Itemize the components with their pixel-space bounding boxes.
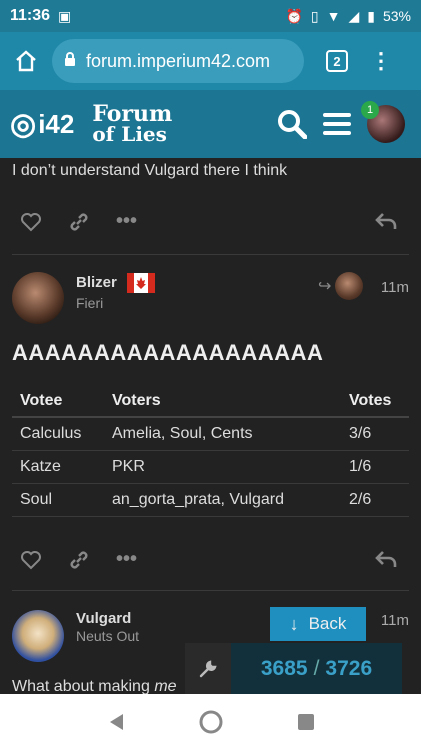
current-user-avatar[interactable]: 1 (361, 101, 405, 143)
forum-of-lies-logo[interactable]: Forum of Lies (92, 103, 172, 144)
browser-menu-icon[interactable]: ⋮ (370, 48, 392, 74)
reply-icon[interactable] (375, 550, 397, 568)
avatar[interactable] (12, 610, 64, 662)
votee-cell: Katze (12, 450, 104, 484)
post-actions: ••• (20, 210, 137, 233)
home-icon (16, 50, 36, 72)
topic-stream: I don’t understand Vulgard there I think… (0, 158, 421, 694)
swirl-icon: ◎ (10, 107, 37, 141)
table-row: Calculus Amelia, Soul, Cents 3/6 (12, 417, 409, 451)
votes-cell: 2/6 (341, 483, 409, 517)
screenshot-icon: ▣ (58, 7, 72, 24)
back-triangle-icon[interactable] (107, 712, 125, 732)
home-circle-icon[interactable] (198, 709, 224, 735)
lock-icon (64, 51, 76, 72)
hamburger-menu-icon[interactable] (323, 111, 351, 137)
tab-switcher-button[interactable]: 2 (326, 50, 348, 72)
i42-logo[interactable]: ◎ i42 (10, 107, 74, 142)
share-link-icon[interactable] (68, 549, 90, 571)
user-title: Fieri (76, 295, 104, 311)
canada-flag-icon (127, 273, 156, 293)
status-bar: 11:36 ▣ ⏰ ▯ ▼ ◢ ▮ 53% (0, 0, 421, 32)
voters-cell: PKR (104, 450, 341, 484)
table-row: Soul an_gorta_prata, Vulgard 2/6 (12, 483, 409, 517)
table-row: Katze PKR 1/6 (12, 450, 409, 484)
signal-icon: ◢ (348, 7, 360, 24)
like-heart-icon[interactable] (20, 212, 42, 232)
user-title: Neuts Out (76, 628, 140, 644)
alarm-icon: ⏰ (285, 7, 303, 24)
vote-table: Votee Voters Votes Calculus Amelia, Soul… (12, 386, 409, 517)
voters-cell: Amelia, Soul, Cents (104, 417, 341, 451)
reply-icon[interactable] (375, 212, 397, 230)
post-timestamp[interactable]: 11m (381, 279, 409, 296)
header-votes: Votes (341, 386, 409, 418)
post-body-text: AAAAAAAAAAAAAAAAAAA (12, 340, 324, 365)
more-actions-icon[interactable]: ••• (116, 210, 137, 233)
post-username[interactable]: Vulgard (76, 610, 131, 627)
topic-progress[interactable]: 3685 / 3726 (185, 643, 402, 694)
avatar[interactable] (12, 272, 64, 324)
back-button[interactable]: ↓ Back (270, 607, 366, 641)
vibrate-icon: ▯ (310, 7, 319, 24)
system-nav-bar (0, 694, 421, 750)
notification-badge: 1 (361, 101, 379, 119)
battery-icon: ▮ (367, 7, 375, 24)
wifi-icon: ▼ (326, 8, 341, 24)
home-button[interactable] (0, 49, 52, 73)
post-actions: ••• (20, 548, 137, 571)
reply-to-indicator[interactable]: ↪ (318, 272, 364, 300)
replied-user-avatar (335, 272, 364, 300)
votee-cell: Soul (12, 483, 104, 517)
post-counter: 3685 / 3726 (231, 643, 402, 694)
post-username[interactable]: Blizer (76, 273, 156, 293)
forum-header: ◎ i42 Forum of Lies 1 (0, 90, 421, 158)
wrench-icon[interactable] (185, 643, 231, 694)
post-timestamp[interactable]: 11m (381, 612, 409, 629)
voters-cell: an_gorta_prata, Vulgard (104, 483, 341, 517)
more-actions-icon[interactable]: ••• (116, 548, 137, 571)
arrow-down-icon: ↓ (289, 613, 299, 634)
post-divider (12, 254, 409, 255)
votes-cell: 1/6 (341, 450, 409, 484)
header-votee: Votee (12, 386, 104, 418)
recents-square-icon[interactable] (297, 713, 315, 731)
search-icon[interactable] (277, 109, 307, 139)
battery-percent: 53% (382, 8, 411, 24)
table-header-row: Votee Voters Votes (12, 386, 409, 418)
url-text: forum.imperium42.com (86, 50, 271, 71)
share-link-icon[interactable] (68, 211, 90, 233)
post-divider (12, 590, 409, 591)
url-bar[interactable]: forum.imperium42.com (52, 39, 304, 83)
post-body-text: What about making me (12, 678, 177, 694)
votes-cell: 3/6 (341, 417, 409, 451)
clock: 11:36 (10, 7, 51, 24)
header-voters: Voters (104, 386, 341, 418)
browser-toolbar: forum.imperium42.com 2 ⋮ (0, 32, 421, 90)
reply-arrow-icon: ↪ (318, 278, 332, 295)
votee-cell: Calculus (12, 417, 104, 451)
previous-post-text: I don’t understand Vulgard there I think (12, 162, 288, 179)
like-heart-icon[interactable] (20, 550, 42, 570)
